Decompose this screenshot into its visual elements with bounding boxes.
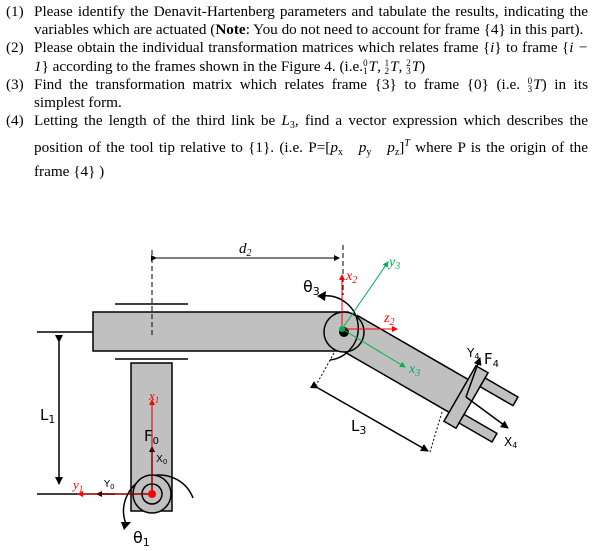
l3-label: L3 [351,417,366,437]
question-list: (1) Please identify the Denavit-Hartenbe… [6,3,588,181]
question-number: (4) [6,112,24,130]
x2-label: x2 [345,269,357,286]
theta1-arrowhead [121,522,131,530]
theta3-label: θ3 [303,277,320,298]
question-3: (3) Find the transformation matrix which… [6,76,588,112]
theta1-label: θ1 [133,528,150,546]
matrix-0-1: 0 1T [363,57,378,77]
question-text: Please identify the Denavit-Hartenberg p… [34,3,588,39]
f4-label: F4 [484,350,499,370]
y0-label: Y0 [103,479,115,491]
question-number: (2) [6,39,24,57]
l1-label: L1 [40,406,55,426]
note-label: Note [215,21,246,39]
y1-label: y1 [71,477,83,494]
l3-dimension-arrow [309,381,429,452]
question-text: Letting the length of the third link be … [34,112,589,180]
question-text: Please obtain the individual transformat… [34,39,588,77]
question-number: (3) [6,75,24,93]
robot-arm-figure: L1 θ3 d2 x2 z2 y3 x3 Y4 F4 X4 L3 θ1 x1 F… [0,225,596,549]
robot-arm-diagram: L1 θ3 d2 x2 z2 y3 x3 Y4 F4 X4 L3 θ1 x1 F… [37,241,519,549]
joint-1-origin [148,490,156,498]
z2-label: z2 [383,311,394,328]
joint-3-origin [339,326,345,332]
matrix-2-3: 2 3T [406,57,421,77]
d2-label: d2 [239,241,252,259]
x4-label: X4 [504,435,517,450]
y3-label: y3 [387,255,400,272]
question-number: (1) [6,3,24,20]
question-text: Find the transformation matrix which rel… [34,75,588,112]
l3-ref-end [429,411,443,453]
matrix-0-3: 0 3T [527,75,542,95]
y4-label: Y4 [466,346,479,361]
l3-ref-start [314,352,335,388]
question-2: (2) Please obtain the individual transfo… [6,39,588,75]
question-4: (4) Letting the length of the third link… [6,112,588,181]
matrix-1-2: 1 2T [384,57,399,77]
question-1: (1) Please identify the Denavit-Hartenbe… [6,3,588,39]
link-2 [92,311,349,352]
